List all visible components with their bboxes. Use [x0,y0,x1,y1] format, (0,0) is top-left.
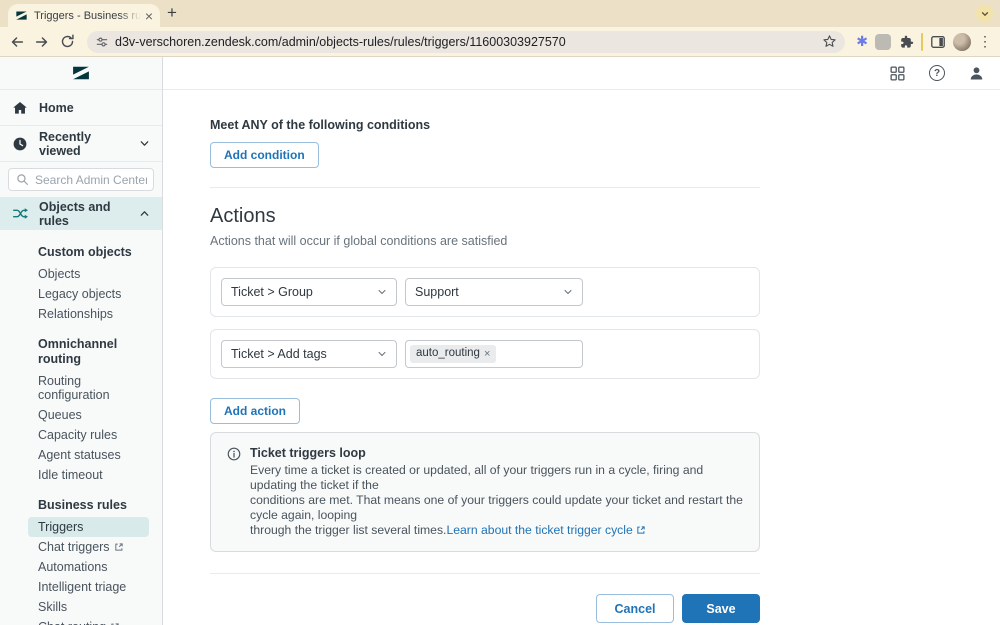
sidebar-item-home[interactable]: Home [0,90,162,126]
sidebar: Home Recently viewed Objects and r [0,57,163,625]
section-divider [210,187,760,188]
browser-profile-avatar[interactable] [953,33,971,51]
profile-icon[interactable] [968,65,985,82]
back-icon[interactable] [8,33,26,51]
sidebar-item-intelligent-triage[interactable]: Intelligent triage [28,577,149,597]
objects-and-rules-icon [12,205,29,222]
action-row: Ticket > Add tags auto_routing × [210,329,760,379]
remove-tag-icon[interactable]: × [484,349,490,360]
sidebar-item-legacy-objects[interactable]: Legacy objects [28,284,149,304]
action-field-select[interactable]: Ticket > Add tags [221,340,397,368]
extensions-puzzle-icon[interactable] [898,34,914,50]
tags-input[interactable]: auto_routing × [405,340,583,368]
chevron-down-icon [377,287,387,297]
meet-any-conditions-header: Meet ANY of the following conditions [210,118,760,132]
trigger-loop-info-box: Ticket triggers loop Every time a ticket… [210,432,760,552]
home-label: Home [39,101,150,115]
action-value-select[interactable]: Support [405,278,583,306]
browser-tab-strip: Triggers - Business rules - Ob × + [0,0,1000,27]
sidebar-item-triggers[interactable]: Triggers [28,517,149,537]
zendesk-admin-app: Home Recently viewed Objects and r [0,57,1000,625]
sidebar-item-recently-viewed[interactable]: Recently viewed [0,126,162,162]
help-icon[interactable]: ? [929,65,945,81]
sidebar-item-skills[interactable]: Skills [28,597,149,617]
sidebar-item-automations[interactable]: Automations [28,557,149,577]
browser-menu-icon[interactable]: ⋮ [978,33,992,50]
sidebar-item-chat-routing[interactable]: Chat routing [28,617,149,625]
cancel-button[interactable]: Cancel [596,594,674,623]
products-grid-icon[interactable] [889,65,906,82]
save-button[interactable]: Save [682,594,760,623]
actions-title: Actions [210,205,760,228]
search-input[interactable] [8,168,154,191]
home-icon [12,100,28,116]
extension-asterisk-icon[interactable]: ✱ [856,33,868,50]
tab-title: Triggers - Business rules - Ob [34,10,141,22]
footer-divider [210,573,760,574]
forward-icon[interactable] [33,33,51,51]
main-header: ? [163,57,1000,90]
browser-tab[interactable]: Triggers - Business rules - Ob × [8,4,160,27]
info-icon [227,447,241,538]
chevron-up-icon [139,208,150,219]
main-area: ? Meet ANY of the following conditions A… [163,57,1000,625]
reload-icon[interactable] [58,33,76,51]
extension-gray-icon[interactable] [875,34,891,50]
actions-subtitle: Actions that will occur if global condit… [210,234,760,248]
trigger-cycle-link[interactable]: Learn about the ticket trigger cycle [446,523,632,537]
external-link-icon [114,542,124,552]
clock-icon [12,136,28,152]
search-icon [16,173,29,186]
tag-chip: auto_routing × [410,345,496,363]
sidebar-section-objects-and-rules[interactable]: Objects and rules [0,197,162,230]
info-body: Every time a ticket is created or update… [250,463,743,538]
tab-title-fade [119,10,141,22]
action-field-select[interactable]: Ticket > Group [221,278,397,306]
url-bar[interactable]: d3v-verschoren.zendesk.com/admin/objects… [87,31,845,53]
zendesk-logo [0,57,162,90]
add-condition-button[interactable]: Add condition [210,142,319,168]
action-row: Ticket > Group Support [210,267,760,317]
browser-toolbar: d3v-verschoren.zendesk.com/admin/objects… [0,27,1000,57]
toolbar-separator [921,33,923,51]
sidebar-nav-list: Custom objects Objects Legacy objects Re… [0,230,162,625]
url-text: d3v-verschoren.zendesk.com/admin/objects… [115,35,816,49]
sidebar-item-routing-configuration[interactable]: Routing configuration [28,371,149,405]
sidebar-item-idle-timeout[interactable]: Idle timeout [28,465,149,485]
sidebar-item-chat-triggers[interactable]: Chat triggers [28,537,149,557]
sidebar-item-objects[interactable]: Objects [28,264,149,284]
info-title: Ticket triggers loop [250,446,743,460]
nav-group-omnichannel-routing: Omnichannel routing [0,337,162,367]
nav-group-business-rules: Business rules [0,498,162,513]
sidebar-item-relationships[interactable]: Relationships [28,304,149,324]
site-settings-icon[interactable] [95,35,109,49]
section-label: Objects and rules [39,200,129,228]
add-action-button[interactable]: Add action [210,398,300,424]
external-link-icon [636,525,646,535]
new-tab-button[interactable]: + [167,3,177,23]
footer-actions: Cancel Save [210,594,760,623]
sidebar-item-agent-statuses[interactable]: Agent statuses [28,445,149,465]
sidebar-item-queues[interactable]: Queues [28,405,149,425]
side-panel-icon[interactable] [930,34,946,50]
zendesk-favicon-icon [15,9,28,22]
recently-viewed-label: Recently viewed [39,130,128,158]
tab-close-icon[interactable]: × [145,9,153,23]
sidebar-search [0,162,162,197]
tab-search-chevron-icon[interactable] [976,5,993,22]
nav-group-custom-objects: Custom objects [0,245,162,260]
trigger-editor-content: Meet ANY of the following conditions Add… [163,90,1000,625]
chevron-down-icon [563,287,573,297]
chevron-down-icon [377,349,387,359]
chevron-down-icon [139,138,150,149]
sidebar-item-capacity-rules[interactable]: Capacity rules [28,425,149,445]
bookmark-star-icon[interactable] [822,34,837,49]
